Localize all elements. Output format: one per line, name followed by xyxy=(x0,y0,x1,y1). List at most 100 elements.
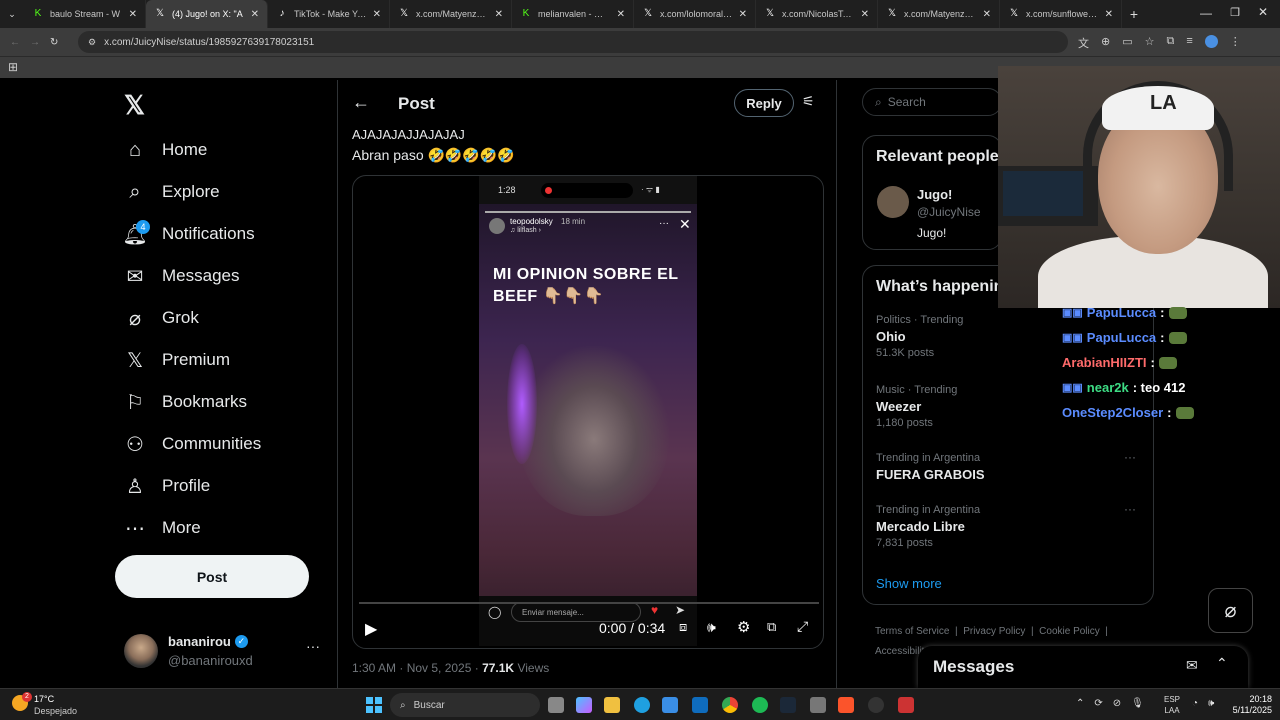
cast-icon[interactable]: ▭ xyxy=(1122,35,1132,51)
task-view-icon[interactable] xyxy=(548,697,564,713)
close-tab-icon[interactable]: ✕ xyxy=(129,9,137,20)
nav-item-communities[interactable]: ⚇ Communities xyxy=(112,423,337,465)
settings-app-icon[interactable] xyxy=(810,697,826,713)
more-dots-icon[interactable]: ··· xyxy=(306,638,320,654)
translate-icon[interactable]: 文 xyxy=(1078,35,1089,51)
browser-tab[interactable]: 𝕏x.com/lolomorales_/s ✕ xyxy=(634,0,756,28)
show-more-link[interactable]: Show more xyxy=(876,576,942,591)
store-icon[interactable] xyxy=(662,697,678,713)
back-icon[interactable]: ← xyxy=(10,37,20,48)
wifi-icon[interactable]: ◔ xyxy=(1192,698,1198,709)
edge-icon[interactable] xyxy=(634,697,650,713)
browser-tab[interactable]: Kmelianvalen - Watch ✕ xyxy=(512,0,634,28)
browser-tab[interactable]: Kbaulo Stream - W ✕ xyxy=(24,0,146,28)
forward-icon[interactable]: → xyxy=(30,37,40,48)
reply-button[interactable]: Reply xyxy=(734,89,794,117)
x-logo-icon[interactable]: 𝕏 xyxy=(124,90,145,121)
spotify-icon[interactable] xyxy=(752,697,768,713)
nav-item-profile[interactable]: ♙ Profile xyxy=(112,465,337,507)
video-progress-bar[interactable] xyxy=(359,602,819,604)
close-tab-icon[interactable]: ✕ xyxy=(861,9,869,20)
tray-network-icon[interactable]: ⊘ xyxy=(1113,698,1121,709)
browser-tab[interactable]: 𝕏 (4) Jugo! on X: "A ✕ xyxy=(146,0,268,28)
post-timestamp[interactable]: 1:30 AM · Nov 5, 2025 · xyxy=(352,661,482,675)
nav-item-premium[interactable]: 𝕏 Premium xyxy=(112,339,337,381)
close-tab-icon[interactable]: ✕ xyxy=(373,9,381,20)
nav-item-more[interactable]: ⋯ More xyxy=(112,507,337,549)
new-message-icon[interactable]: ✉ xyxy=(1186,657,1198,674)
video-player[interactable]: 1:28 · ᯤ ▮ teopodolsky 18 min ♫ lilflash… xyxy=(352,175,824,649)
volume-icon[interactable]: 🕪 xyxy=(707,619,716,636)
browser-tab[interactable]: 𝕏x.com/Matyenzoo/sta ✕ xyxy=(878,0,1000,28)
trend-more-icon[interactable]: ··· xyxy=(1124,502,1136,516)
profile-avatar-icon[interactable] xyxy=(1204,35,1218,48)
person-avatar[interactable] xyxy=(877,186,909,218)
tray-icons[interactable]: ⌃ ⟳ ⊘ 🎙 xyxy=(1076,698,1144,709)
steam-icon[interactable] xyxy=(780,697,796,713)
tray-chevron-icon[interactable]: ⌃ xyxy=(1076,698,1084,709)
fullscreen-icon[interactable]: ⤢ xyxy=(797,618,808,635)
person-name[interactable]: Jugo! xyxy=(917,187,952,202)
footer-terms[interactable]: Terms of Service xyxy=(875,626,949,637)
nav-item-explore[interactable]: ⌕ Explore xyxy=(112,171,337,213)
captions-icon[interactable]: ⧈ xyxy=(679,619,687,635)
browser-menu-icon[interactable]: ⋮ xyxy=(1230,35,1241,51)
tray-app-icon[interactable]: ⟳ xyxy=(1094,698,1102,709)
nav-item-grok[interactable]: ⌀ Grok xyxy=(112,297,337,339)
brave-icon[interactable] xyxy=(838,697,854,713)
weather-widget[interactable]: 2 17°C Despejado xyxy=(10,692,100,718)
clock[interactable]: 20:18 5/11/2025 xyxy=(1226,694,1272,716)
outlook-icon[interactable] xyxy=(692,697,708,713)
expand-icon[interactable]: ⌃ xyxy=(1216,655,1228,672)
trend-item[interactable]: Trending in Argentina Mercado Libre 7,831 … xyxy=(876,502,1141,549)
language-indicator[interactable]: ESP LAA xyxy=(1164,694,1180,716)
media-app-icon[interactable] xyxy=(898,697,914,713)
search-input[interactable]: ⌕ Search xyxy=(862,88,1002,116)
browser-tab[interactable]: 𝕏x.com/NicolasTaps/st ✕ xyxy=(756,0,878,28)
close-tab-icon[interactable]: ✕ xyxy=(739,9,747,20)
close-tab-icon[interactable]: ✕ xyxy=(1105,9,1113,20)
extensions-icon[interactable]: ⧉ xyxy=(1167,35,1175,51)
pip-icon[interactable]: ⧉ xyxy=(767,619,776,635)
apps-grid-icon[interactable]: ⊞ xyxy=(8,60,18,74)
minimize-button[interactable]: — xyxy=(1200,6,1212,20)
back-arrow-icon[interactable]: ← xyxy=(352,92,370,113)
nav-item-bookmarks[interactable]: ⚐ Bookmarks xyxy=(112,381,337,423)
browser-tab[interactable]: 𝕏x.com/sunflowerofca ✕ xyxy=(1000,0,1122,28)
close-tab-icon[interactable]: ✕ xyxy=(617,9,625,20)
account-switcher[interactable]: bananirou ✓ @bananirouxd ··· xyxy=(124,632,324,672)
zoom-icon[interactable]: ⊕ xyxy=(1101,35,1110,51)
post-button[interactable]: Post xyxy=(115,555,309,598)
chrome-icon[interactable] xyxy=(722,697,738,713)
new-tab-button[interactable]: + xyxy=(1122,6,1146,22)
nav-item-home[interactable]: ⌂ Home xyxy=(112,129,337,171)
start-button[interactable] xyxy=(366,697,382,713)
close-window-button[interactable]: ✕ xyxy=(1258,5,1268,19)
reload-icon[interactable]: ↻ xyxy=(50,37,58,48)
file-explorer-icon[interactable] xyxy=(604,697,620,713)
adjust-icon[interactable]: ⚟ xyxy=(802,93,815,110)
close-tab-icon[interactable]: ✕ xyxy=(495,9,503,20)
grok-floating-button[interactable]: ⌀ xyxy=(1208,588,1253,633)
trend-item[interactable]: Trending in Argentina FUERA GRABOIS ··· xyxy=(876,450,1141,485)
tray-mic-icon[interactable]: 🎙 xyxy=(1131,698,1144,709)
tab-search-button[interactable]: ⌄ xyxy=(0,0,24,28)
taskbar-search[interactable]: ⌕ Buscar xyxy=(390,693,540,717)
media-control-icon[interactable]: ≡ xyxy=(1186,35,1192,51)
star-icon[interactable]: ☆ xyxy=(1145,35,1155,51)
site-info-icon[interactable]: ⚙ xyxy=(88,37,96,48)
footer-privacy[interactable]: Privacy Policy xyxy=(963,626,1025,637)
footer-cookie[interactable]: Cookie Policy xyxy=(1039,626,1100,637)
close-tab-icon[interactable]: ✕ xyxy=(251,9,259,20)
nav-item-messages[interactable]: ✉ Messages xyxy=(112,255,337,297)
restore-button[interactable]: ❐ xyxy=(1230,6,1240,19)
copilot-icon[interactable] xyxy=(576,697,592,713)
trend-more-icon[interactable]: ··· xyxy=(1124,450,1136,464)
url-bar[interactable]: ⚙ x.com/JuicyNise/status/198592763917802… xyxy=(78,31,1068,53)
obs-icon[interactable] xyxy=(868,697,884,713)
messages-drawer[interactable]: Messages ✉ ⌃ xyxy=(918,646,1248,688)
nav-item-notifications[interactable]: 🔔︎ 4 Notifications xyxy=(112,213,337,255)
browser-tab[interactable]: 𝕏x.com/Matyenzoo/sta ✕ xyxy=(390,0,512,28)
play-icon[interactable]: ▶ xyxy=(365,619,377,639)
browser-tab[interactable]: ♪ TikTok - Make Your D ✕ xyxy=(268,0,390,28)
